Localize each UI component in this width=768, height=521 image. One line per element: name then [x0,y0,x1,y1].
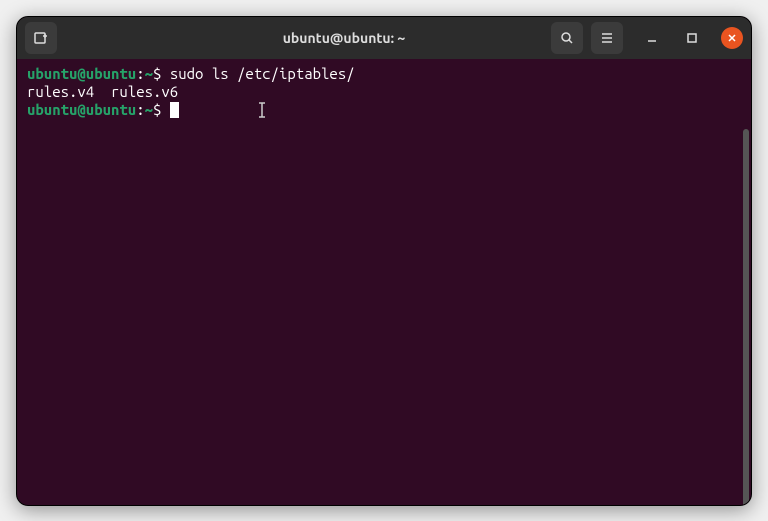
minimize-icon [646,32,658,44]
text-cursor-icon [257,101,267,125]
prompt-colon-2: : [136,101,144,118]
prompt-path: ~ [145,65,153,82]
cursor-block [170,102,179,118]
terminal-line-1: ubuntu@ubuntu:~$ sudo ls /etc/iptables/ [27,65,741,83]
scrollbar[interactable] [743,129,749,505]
search-button[interactable] [551,22,583,54]
prompt-colon: : [136,65,144,82]
window-title: ubuntu@ubuntu: ~ [145,30,543,46]
maximize-icon [686,32,698,44]
prompt-path-2: ~ [145,101,153,118]
titlebar-left [25,22,145,54]
new-tab-button[interactable] [25,22,57,54]
menu-button[interactable] [591,22,623,54]
terminal-body[interactable]: ubuntu@ubuntu:~$ sudo ls /etc/iptables/ … [17,59,751,505]
close-icon [727,33,737,43]
prompt-user-host: ubuntu@ubuntu [27,65,136,82]
command-text: sudo ls /etc/iptables/ [170,65,355,82]
minimize-button[interactable] [641,27,663,49]
prompt-dollar: $ [153,65,170,82]
close-button[interactable] [721,27,743,49]
titlebar-right [543,22,743,54]
hamburger-icon [599,30,615,46]
search-icon [559,30,575,46]
terminal-window: ubuntu@ubuntu: ~ [16,16,752,506]
prompt-dollar-2: $ [153,101,170,118]
new-tab-icon [33,30,49,46]
terminal-line-2: ubuntu@ubuntu:~$ [27,101,741,119]
prompt-user-host-2: ubuntu@ubuntu [27,101,136,118]
maximize-button[interactable] [681,27,703,49]
terminal-output: rules.v4 rules.v6 [27,83,741,101]
titlebar: ubuntu@ubuntu: ~ [17,17,751,59]
